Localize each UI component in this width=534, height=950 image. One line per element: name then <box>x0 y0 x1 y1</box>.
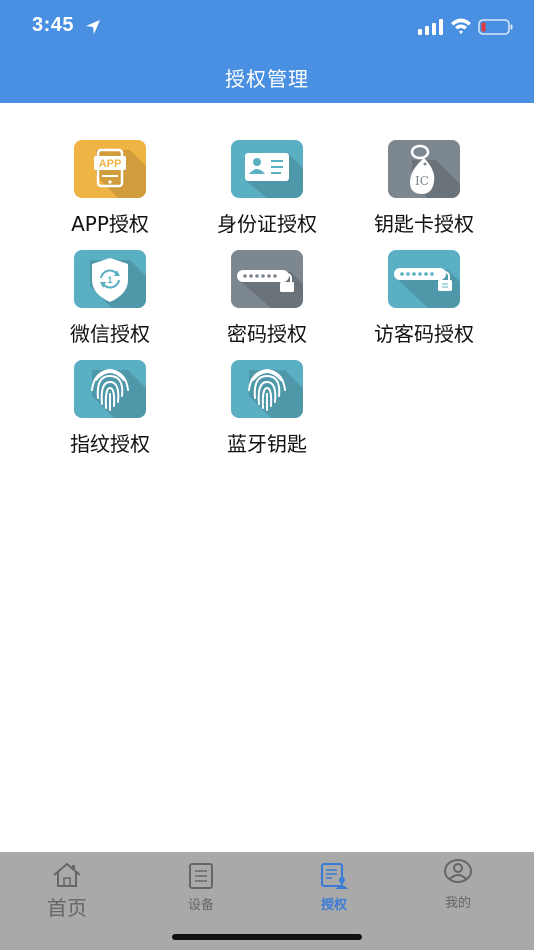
location-arrow-icon <box>86 20 100 34</box>
tile-label: 身份证授权 <box>217 212 317 236</box>
app-icon: APP <box>74 140 146 198</box>
tab-auth[interactable]: 授权 <box>289 852 379 922</box>
status-bar: 3:45 <box>0 0 534 54</box>
svg-text:1: 1 <box>107 275 112 285</box>
password-lock-icon <box>231 250 303 308</box>
visitor-code-icon <box>388 250 460 308</box>
svg-text:APP: APP <box>99 158 122 170</box>
tab-devices[interactable]: 设备 <box>156 852 246 922</box>
tab-label: 首页 <box>47 896 87 920</box>
tile-label: 密码授权 <box>227 322 307 346</box>
ic-keyfob-icon: IC <box>388 140 460 198</box>
tile-app-auth[interactable]: APP APP授权 <box>30 140 190 240</box>
fingerprint-icon <box>74 360 146 418</box>
svg-text:IC: IC <box>415 174 429 188</box>
page-title: 授权管理 <box>225 67 309 91</box>
tile-password-auth[interactable]: 密码授权 <box>187 250 347 350</box>
tile-label: 微信授权 <box>70 322 150 346</box>
id-card-icon <box>231 140 303 198</box>
tab-home[interactable]: 首页 <box>22 852 112 922</box>
home-icon <box>53 862 81 887</box>
tile-fingerprint-auth[interactable]: 指纹授权 <box>30 360 190 460</box>
tile-label: 指纹授权 <box>70 432 150 456</box>
cellular-signal-icon <box>418 19 443 35</box>
bluetooth-fingerprint-icon <box>231 360 303 418</box>
tab-label: 设备 <box>187 898 214 913</box>
tile-id-card-auth[interactable]: 身份证授权 <box>187 140 347 240</box>
tile-label: 蓝牙钥匙 <box>227 432 307 456</box>
authorization-icon <box>321 863 348 889</box>
tile-keycard-auth[interactable]: IC 钥匙卡授权 <box>344 140 504 240</box>
tab-label: 授权 <box>320 898 347 913</box>
tile-bluetooth-key[interactable]: 蓝牙钥匙 <box>187 360 347 460</box>
tile-wechat-auth[interactable]: 1 微信授权 <box>30 250 190 350</box>
app-header: 3:45 授权管理 <box>0 0 534 103</box>
battery-icon <box>478 19 513 35</box>
home-indicator[interactable] <box>172 934 362 940</box>
tab-label: 我的 <box>444 896 471 911</box>
tile-label: 访客码授权 <box>374 322 474 346</box>
tab-mine[interactable]: 我的 <box>413 852 503 922</box>
wechat-shield-icon: 1 <box>74 250 146 308</box>
device-list-icon <box>189 863 213 889</box>
tile-visitor-code-auth[interactable]: 访客码授权 <box>344 250 504 350</box>
status-time: 3:45 <box>32 14 75 36</box>
wifi-icon <box>451 18 471 34</box>
user-profile-icon <box>444 859 472 883</box>
tile-label: 钥匙卡授权 <box>374 212 474 236</box>
tile-label: APP授权 <box>71 212 149 236</box>
